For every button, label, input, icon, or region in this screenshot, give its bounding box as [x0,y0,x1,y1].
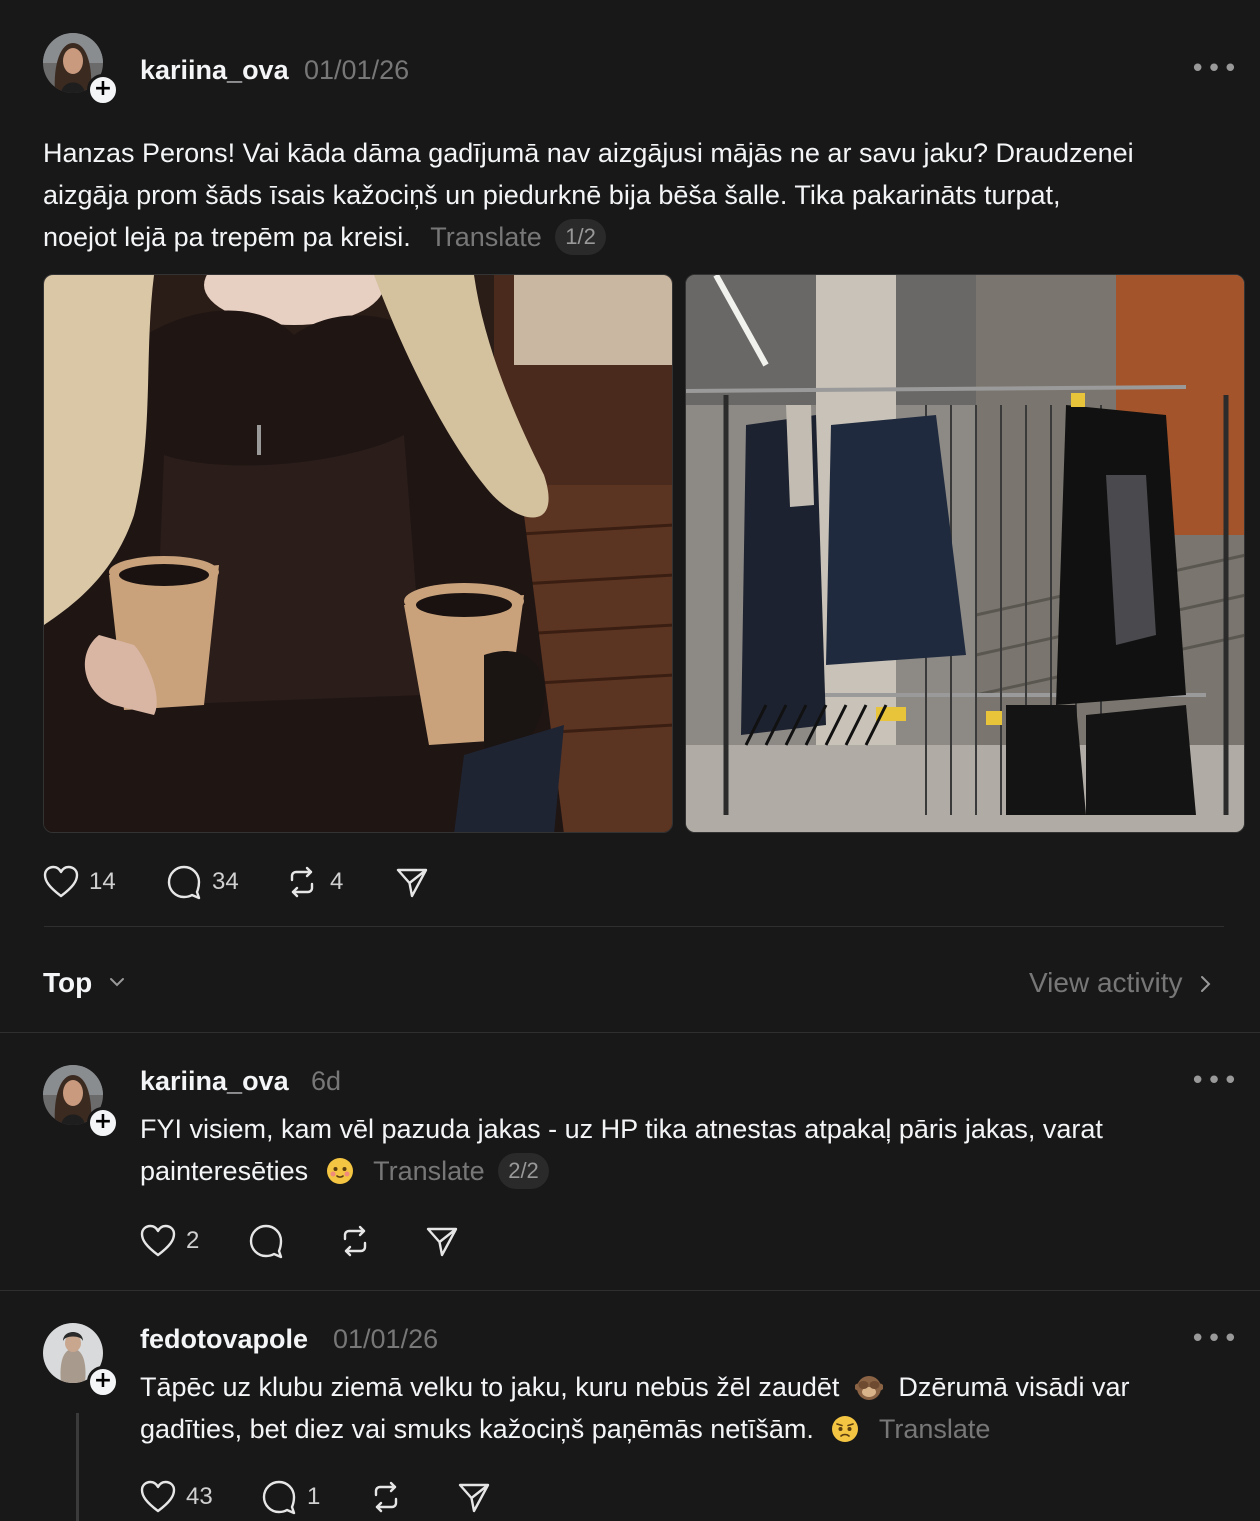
reply-actions: 43 1 [140,1477,540,1517]
reply-text-first-line: Tāpēc uz klubu ziemā velku to jaku, kuru… [140,1366,1240,1408]
like-button[interactable]: 14 [43,862,116,902]
chevron-down-icon [110,978,125,987]
reply-text-line: Dzērumā visādi var [898,1372,1130,1402]
follow-plus-icon[interactable]: + [87,1107,119,1139]
heart-icon [140,1224,176,1257]
view-activity-label: View activity [1029,967,1183,998]
worried-face-emoji-icon [832,1416,859,1442]
repost-icon [343,1225,367,1257]
see-no-evil-monkey-emoji-icon [854,1376,883,1400]
reply-text-line: FYI visiem, kam vēl pazuda jakas - uz HP… [140,1114,1103,1144]
more-options-icon[interactable]: ••• [1190,1324,1239,1354]
comment-icon [167,865,201,900]
repost-button[interactable]: 4 [284,862,343,902]
post-text-line: aizgāja prom šāds īsais kažociņš un pied… [43,180,1061,210]
reply-text-last-line: painteresēties Translate 2/2 [140,1150,1240,1192]
divider [44,926,1224,927]
reply-count: 1 [307,1483,321,1510]
follow-plus-icon[interactable]: + [87,1366,119,1398]
view-activity-link[interactable]: View activity [1029,967,1212,999]
post-photo-coffee[interactable] [43,274,673,833]
translate-link[interactable]: Translate [430,222,542,252]
post-text-last-line: noejot lejā pa trepēm pa kreisi. Transla… [43,216,1233,258]
reply-button[interactable] [248,1221,284,1261]
reply-timestamp[interactable]: 01/01/26 [333,1324,438,1355]
reply-post: + kariina_ova 6d ••• FYI visiem, kam vēl… [0,1033,1260,1290]
smiling-face-emoji-icon [326,1158,353,1184]
sort-label: Top [43,967,93,998]
repost-button[interactable] [368,1477,404,1517]
comment-icon [249,1224,283,1259]
post-timestamp[interactable]: 01/01/26 [304,55,409,86]
post-text: Hanzas Perons! Vai kāda dāma gadījumā na… [43,132,1233,258]
sort-bar: Top View activity [0,940,1260,1030]
more-options-icon[interactable]: ••• [1190,1066,1239,1096]
like-button[interactable]: 2 [140,1221,199,1261]
repost-icon [374,1481,398,1513]
post-username[interactable]: kariina_ova [140,55,289,86]
post-photo-coat-rack[interactable] [685,274,1245,833]
like-count: 14 [89,868,116,895]
post-text-line: noejot lejā pa trepēm pa kreisi. [43,222,411,252]
like-button[interactable]: 43 [140,1477,213,1517]
reply-text-line: Tāpēc uz klubu ziemā velku to jaku, kuru… [140,1372,840,1402]
reply-button[interactable]: 34 [166,862,239,902]
translate-link[interactable]: Translate [373,1156,485,1186]
post-text-line: Hanzas Perons! Vai kāda dāma gadījumā na… [43,138,1134,168]
like-count: 43 [186,1483,213,1510]
reply-text-last-line: gadīties, bet diez vai smuks kažociņš pa… [140,1408,1240,1450]
reply-text-line: gadīties, bet diez vai smuks kažociņš pa… [140,1414,814,1444]
translate-link[interactable]: Translate [879,1414,991,1444]
chevron-right-icon [1201,976,1211,992]
send-icon [426,1227,458,1257]
reply-count: 34 [212,868,239,895]
repost-icon [290,866,314,898]
repost-button[interactable] [337,1221,373,1261]
reply-text: FYI visiem, kam vēl pazuda jakas - uz HP… [140,1108,1240,1192]
post-actions: 14 34 4 [43,862,543,902]
reply-button[interactable]: 1 [261,1477,320,1517]
repost-count: 4 [330,868,344,895]
follow-plus-icon[interactable]: + [87,74,119,106]
reply-post: + fedotovapole 01/01/26 ••• Tāpēc uz klu… [0,1291,1260,1521]
send-icon [458,1483,490,1513]
main-post: + kariina_ova 01/01/26 ••• Hanzas Perons… [0,0,1260,930]
reply-username[interactable]: kariina_ova [140,1066,289,1097]
reply-text: Tāpēc uz klubu ziemā velku to jaku, kuru… [140,1366,1240,1450]
reply-timestamp[interactable]: 6d [311,1066,341,1097]
share-button[interactable] [457,1477,491,1517]
page-indicator: 2/2 [498,1153,549,1189]
reply-text-line: painteresēties [140,1156,309,1186]
comment-icon [262,1480,296,1515]
send-icon [396,868,428,898]
like-count: 2 [186,1227,200,1254]
heart-icon [43,865,79,898]
thread-line [76,1413,79,1521]
reply-username[interactable]: fedotovapole [140,1324,308,1355]
page-indicator: 1/2 [555,219,606,255]
share-button[interactable] [425,1221,459,1261]
heart-icon [140,1480,176,1513]
reply-actions: 2 [140,1221,540,1261]
more-options-icon[interactable]: ••• [1190,54,1239,84]
share-button[interactable] [395,862,429,902]
sort-dropdown[interactable]: Top [43,967,126,999]
